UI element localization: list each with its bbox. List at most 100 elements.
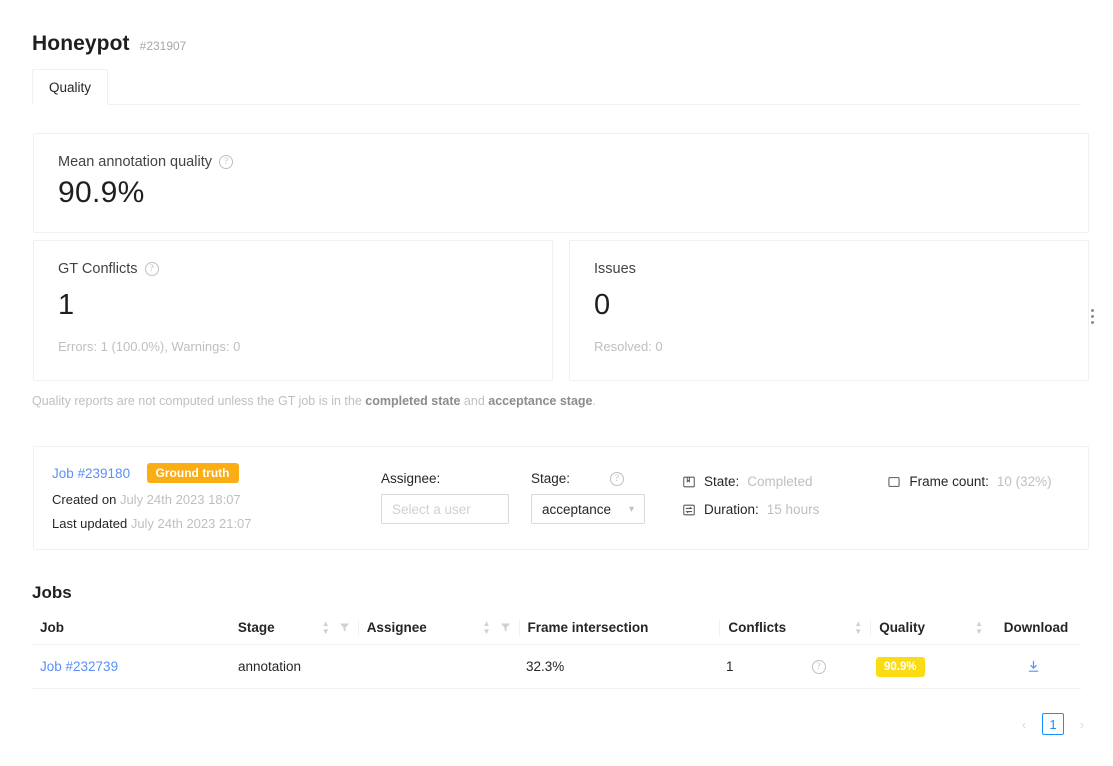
job-link[interactable]: Job #232739 <box>40 659 118 674</box>
cell-job: Job #232739 <box>32 645 230 689</box>
state-value: Completed <box>747 474 812 489</box>
cell-quality: 90.9% <box>868 645 988 689</box>
gt-job-updated: Last updated July 24th 2023 21:07 <box>52 516 252 531</box>
created-label: Created on <box>52 492 116 507</box>
chevron-left-icon[interactable]: ‹ <box>1014 717 1034 732</box>
conflicts-value: 1 <box>726 659 734 674</box>
gt-job-stats: State: Completed Duration: 15 hours <box>682 474 1052 530</box>
note-bold-state: completed state <box>365 394 460 408</box>
column-label: Quality <box>879 620 965 635</box>
duration-icon <box>682 503 696 517</box>
gt-job-link-row: Job #239180 Ground truth <box>52 463 252 483</box>
jobs-table-header: Job Stage ▲▼ Assignee ▲▼ Frame intersect… <box>32 611 1081 645</box>
cell-conflicts: 1 ? <box>718 645 868 689</box>
stage-label: Stage: <box>531 471 570 486</box>
column-header-job: Job <box>32 611 230 645</box>
duration-row: Duration: 15 hours <box>682 502 819 517</box>
ground-truth-job-card: Job #239180 Ground truth Created on July… <box>33 446 1089 550</box>
pagination: ‹ 1 › <box>1014 713 1092 735</box>
frame-count-row: Frame count: 10 (32%) <box>887 474 1051 489</box>
cell-stage: annotation <box>230 645 358 689</box>
quality-page: Honeypot #231907 Quality Mean annotation… <box>0 0 1113 766</box>
column-header-assignee[interactable]: Assignee ▲▼ <box>359 611 519 645</box>
column-header-quality[interactable]: Quality ▲▼ <box>871 611 991 645</box>
issues-card: Issues 0 Resolved: 0 <box>569 240 1089 381</box>
gt-conflicts-label: GT Conflicts <box>58 261 138 277</box>
created-value: July 24th 2023 18:07 <box>120 492 241 507</box>
updated-value: July 24th 2023 21:07 <box>131 516 252 531</box>
duration-label: Duration: <box>704 502 759 517</box>
assignee-select[interactable]: Select a user <box>381 494 509 524</box>
column-header-download: Download <box>991 611 1081 645</box>
state-icon <box>682 475 696 489</box>
state-label: State: <box>704 474 739 489</box>
issues-label: Issues <box>594 261 636 277</box>
chevron-right-icon[interactable]: › <box>1072 717 1092 732</box>
quality-badge: 90.9% <box>876 657 925 677</box>
frame-icon <box>887 475 901 489</box>
frame-count-value: 10 (32%) <box>997 474 1052 489</box>
page-title-row: Honeypot #231907 <box>32 32 186 56</box>
sort-icon[interactable]: ▲▼ <box>483 620 491 635</box>
chevron-down-icon: ▾ <box>629 504 634 515</box>
cell-assignee <box>358 645 518 689</box>
task-id: #231907 <box>140 39 187 53</box>
column-header-frame-intersection: Frame intersection <box>520 611 720 645</box>
gt-conflicts-card: GT Conflicts ? 1 Errors: 1 (100.0%), War… <box>33 240 553 381</box>
column-header-stage[interactable]: Stage ▲▼ <box>230 611 358 645</box>
column-label: Frame intersection <box>528 620 712 635</box>
column-label: Download <box>1004 620 1069 635</box>
note-prefix: Quality reports are not computed unless … <box>32 394 365 408</box>
jobs-table: Job Stage ▲▼ Assignee ▲▼ Frame intersect… <box>32 611 1081 689</box>
mean-annotation-quality-card: Mean annotation quality ? 90.9% Quality … <box>33 133 1089 233</box>
stage-value: acceptance <box>542 502 611 517</box>
mean-quality-value: 90.9% <box>58 176 145 210</box>
stage-select[interactable]: acceptance ▾ <box>531 494 645 524</box>
page-number-1[interactable]: 1 <box>1042 713 1064 735</box>
question-circle-icon[interactable]: ? <box>219 155 233 169</box>
issues-value: 0 <box>594 289 610 322</box>
issues-label-row: Issues <box>594 261 636 277</box>
sort-icon[interactable]: ▲▼ <box>322 620 330 635</box>
issues-subtext: Resolved: 0 <box>594 339 663 354</box>
cell-frame-intersection: 32.3% <box>518 645 718 689</box>
sort-icon[interactable]: ▲▼ <box>854 620 862 635</box>
gt-conflicts-value: 1 <box>58 289 74 322</box>
tab-bar: Quality <box>32 69 1081 105</box>
assignee-placeholder: Select a user <box>392 502 471 517</box>
mean-quality-label: Mean annotation quality <box>58 154 212 170</box>
updated-label: Last updated <box>52 516 127 531</box>
gt-job-stats-left: State: Completed Duration: 15 hours <box>682 474 819 530</box>
gt-conflicts-label-row: GT Conflicts ? <box>58 261 159 277</box>
tab-quality[interactable]: Quality <box>32 69 108 105</box>
stage-field: Stage: ? acceptance ▾ <box>531 471 645 524</box>
gt-conflicts-subtext: Errors: 1 (100.0%), Warnings: 0 <box>58 339 240 354</box>
note-middle: and <box>460 394 488 408</box>
gt-job-controls: Assignee: Select a user Stage: ? accepta… <box>381 471 645 524</box>
filter-icon[interactable] <box>339 622 350 633</box>
column-label: Assignee <box>367 620 473 635</box>
column-header-conflicts[interactable]: Conflicts ▲▼ <box>720 611 870 645</box>
note-suffix: . <box>593 394 596 408</box>
duration-value: 15 hours <box>767 502 820 517</box>
download-icon[interactable] <box>1026 659 1041 674</box>
question-circle-icon[interactable]: ? <box>812 660 826 674</box>
column-label: Conflicts <box>728 620 844 635</box>
column-label: Stage <box>238 620 312 635</box>
frame-count-label: Frame count: <box>909 474 989 489</box>
question-circle-icon[interactable]: ? <box>610 472 624 486</box>
sort-icon[interactable]: ▲▼ <box>975 620 983 635</box>
quality-report-note: Quality reports are not computed unless … <box>32 394 596 408</box>
cell-download <box>988 645 1078 689</box>
note-bold-stage: acceptance stage <box>488 394 592 408</box>
gt-job-stats-right: Frame count: 10 (32%) <box>887 474 1051 530</box>
table-row: Job #232739 annotation 32.3% 1 ? 90.9% <box>32 645 1081 689</box>
ground-truth-badge: Ground truth <box>147 463 239 483</box>
gt-job-info: Job #239180 Ground truth Created on July… <box>52 463 252 531</box>
assignee-field: Assignee: Select a user <box>381 471 509 524</box>
stage-label-row: Stage: ? <box>531 471 645 486</box>
filter-icon[interactable] <box>500 622 511 633</box>
question-circle-icon[interactable]: ? <box>145 262 159 276</box>
gt-job-link[interactable]: Job #239180 <box>52 466 130 481</box>
jobs-heading: Jobs <box>32 583 72 603</box>
